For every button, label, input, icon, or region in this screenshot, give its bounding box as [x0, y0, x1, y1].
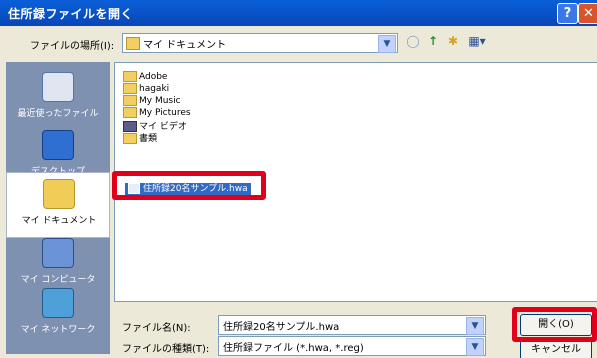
folder-icon	[126, 37, 140, 50]
chevron-down-icon[interactable]: ▼	[466, 317, 484, 335]
list-item[interactable]: My Music	[123, 95, 181, 107]
location-value: マイ ドキュメント	[143, 40, 227, 51]
my-computer-icon	[42, 238, 74, 268]
title-bar[interactable]: 住所録ファイルを開く ? ✕	[0, 0, 597, 26]
place-label: マイ ネットワーク	[20, 325, 96, 335]
back-icon[interactable]: ◯	[406, 34, 420, 48]
my-network-icon	[42, 288, 74, 318]
place-my-network[interactable]: マイ ネットワーク	[6, 282, 110, 348]
desktop-icon	[42, 130, 74, 160]
place-my-documents[interactable]: マイ ドキュメント	[6, 172, 110, 238]
list-item[interactable]: マイ ビデオ	[123, 119, 187, 132]
cancel-button[interactable]: キャンセル	[520, 340, 592, 358]
places-bar: 最近使ったファイル デスクトップ マイ ドキュメント マイ コンピュータ マイ …	[6, 62, 110, 354]
help-button[interactable]: ?	[557, 3, 578, 24]
place-recent[interactable]: 最近使ったファイル	[6, 66, 110, 132]
filename-label: ファイル名(N):	[122, 323, 191, 334]
my-documents-icon	[43, 179, 75, 209]
folder-icon	[123, 83, 137, 94]
up-folder-icon[interactable]: ↑	[426, 34, 440, 48]
highlight-selected-file	[112, 171, 266, 200]
folder-icon	[123, 107, 137, 118]
place-label: マイ ドキュメント	[21, 216, 97, 226]
filename-value: 住所録20名サンプル.hwa	[223, 322, 340, 333]
filetype-value: 住所録ファイル (*.hwa, *.reg)	[223, 343, 364, 354]
filename-field[interactable]: 住所録20名サンプル.hwa ▼	[218, 315, 486, 335]
place-label: 最近使ったファイル	[17, 109, 99, 119]
chevron-down-icon[interactable]: ▼	[378, 35, 396, 53]
location-combo[interactable]: マイ ドキュメント ▼	[122, 33, 398, 53]
close-button[interactable]: ✕	[578, 3, 597, 24]
new-folder-icon[interactable]: ✱	[446, 34, 460, 48]
location-label: ファイルの場所(I):	[30, 41, 115, 52]
filetype-label: ファイルの種類(T):	[122, 344, 210, 355]
list-item[interactable]: My Pictures	[123, 107, 191, 119]
folder-icon	[123, 133, 137, 144]
list-item[interactable]: hagaki	[123, 83, 169, 95]
view-menu-icon[interactable]: ▦▾	[466, 34, 488, 48]
highlight-open-button	[512, 307, 597, 342]
open-file-dialog: 住所録ファイルを開く ? ✕ ファイルの場所(I): マイ ドキュメント ▼ ◯…	[0, 0, 597, 358]
filetype-select[interactable]: 住所録ファイル (*.hwa, *.reg) ▼	[218, 336, 486, 356]
recent-icon	[42, 72, 74, 102]
folder-icon	[123, 71, 137, 82]
window-title: 住所録ファイルを開く	[8, 7, 134, 21]
list-item[interactable]: Adobe	[123, 71, 167, 83]
chevron-down-icon[interactable]: ▼	[466, 338, 484, 356]
list-item[interactable]: 書類	[123, 131, 157, 144]
folder-icon	[123, 95, 137, 106]
